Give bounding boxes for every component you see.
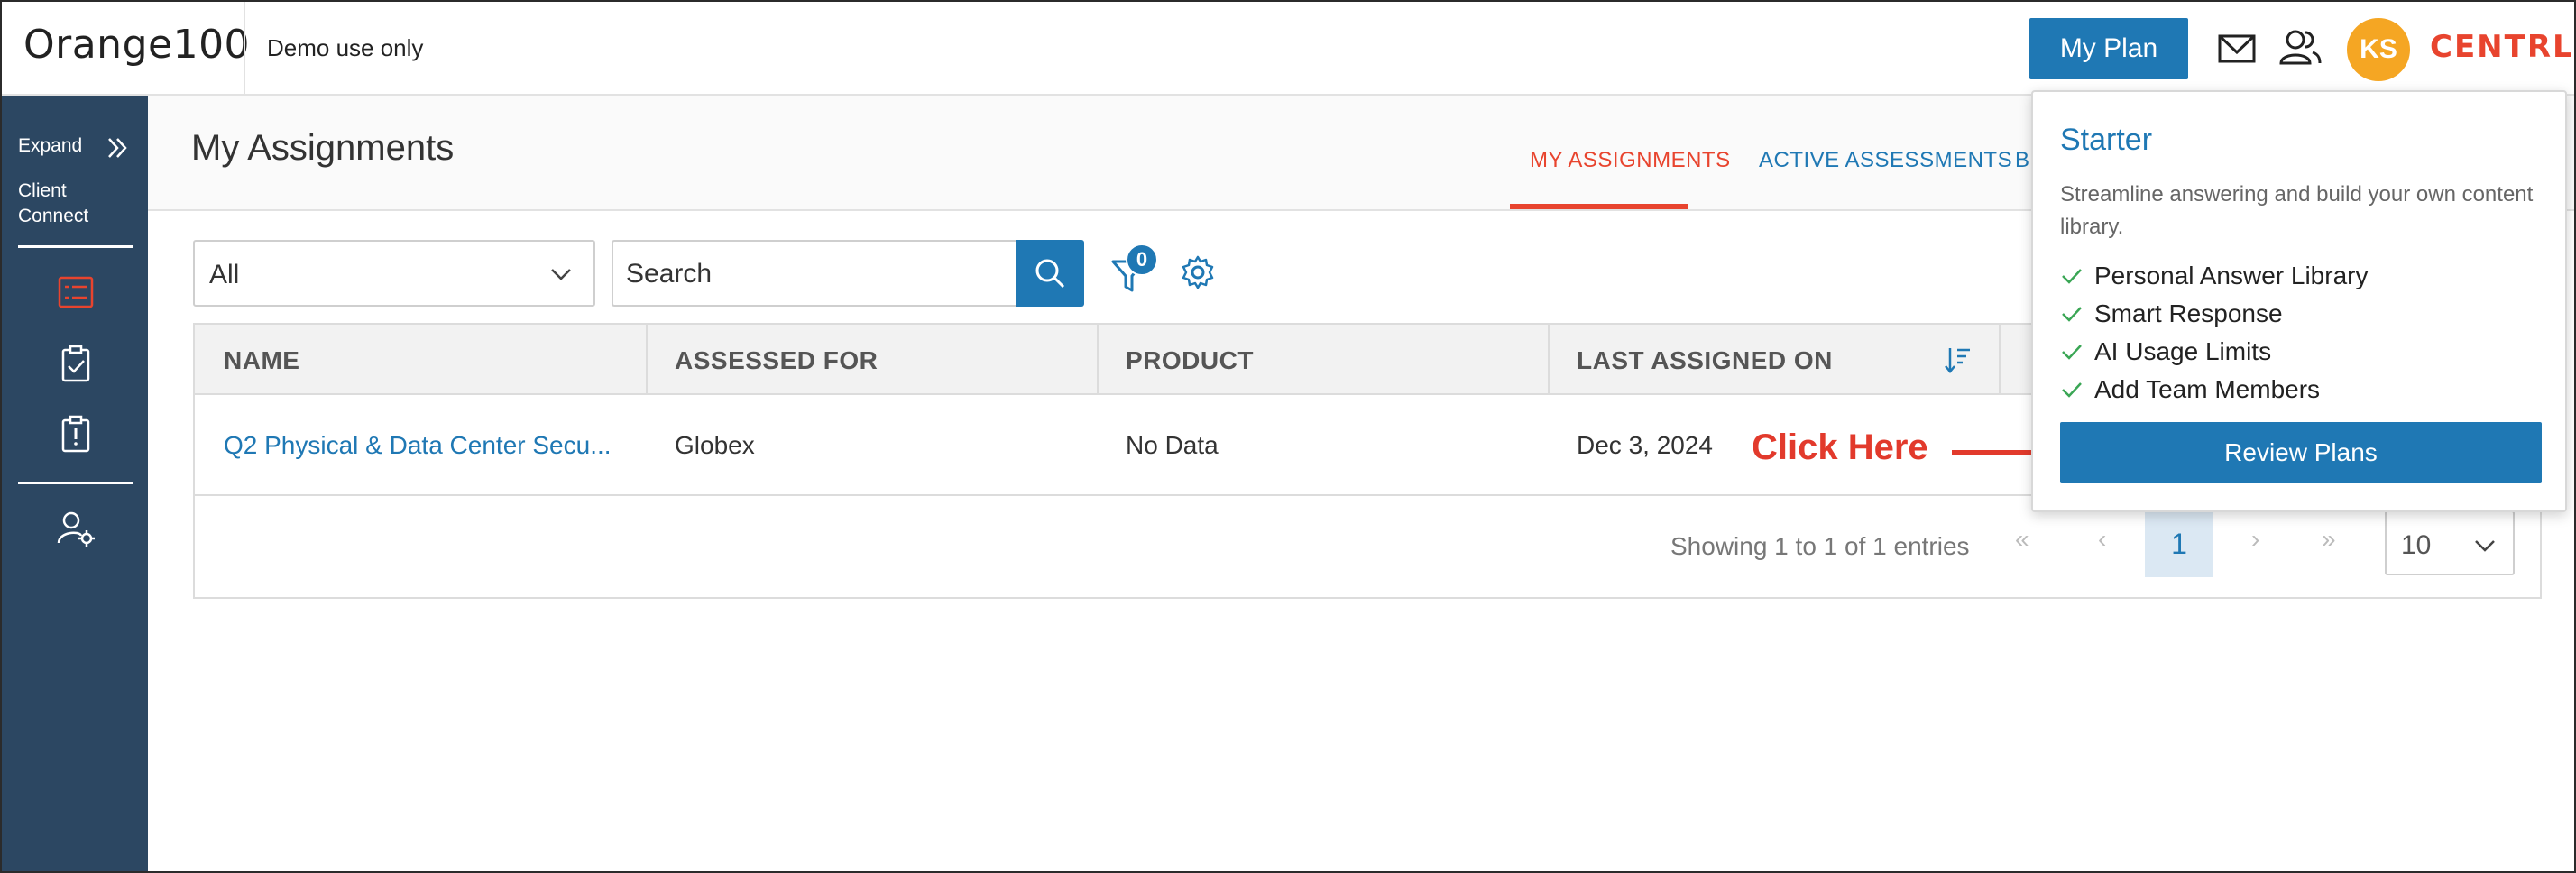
tab-my-assignments[interactable]: MY ASSIGNMENTS — [1530, 148, 1731, 173]
product-cell: No Data — [1126, 431, 1219, 459]
tab-active-assessments[interactable]: ACTIVE ASSESSMENTS — [1759, 148, 2012, 173]
page-title: My Assignments — [191, 128, 455, 168]
column-divider — [646, 325, 648, 395]
sidebar: Expand Client Connect — [2, 96, 148, 871]
plan-popover: Starter Streamline answering and build y… — [2031, 90, 2567, 512]
per-page-value: 10 — [2401, 530, 2432, 560]
per-page-select[interactable]: 10 — [2385, 510, 2515, 575]
click-here-annotation: Click Here — [1752, 427, 1928, 467]
search-input[interactable] — [626, 256, 987, 292]
last-page-button[interactable]: » — [2322, 525, 2336, 554]
status-select[interactable]: All — [193, 240, 595, 307]
check-icon — [2062, 307, 2082, 322]
assignment-name-link[interactable]: Q2 Physical & Data Center Secu... — [224, 431, 612, 460]
chevron-down-icon — [551, 269, 571, 280]
current-page-button[interactable]: 1 — [2145, 510, 2213, 577]
entries-count-text: Showing 1 to 1 of 1 entries — [1670, 532, 1970, 560]
sidebar-divider — [18, 245, 133, 248]
column-divider — [1999, 325, 2001, 395]
first-page-button[interactable]: « — [2015, 525, 2029, 554]
company-logo: CENTRL — [2430, 29, 2574, 65]
demo-label: Demo use only — [267, 34, 424, 61]
next-page-button[interactable]: › — [2251, 525, 2259, 554]
gear-icon[interactable] — [1180, 254, 1216, 290]
active-tab-indicator — [1510, 204, 1688, 209]
prev-page-button[interactable]: ‹ — [2098, 525, 2106, 554]
column-header-name[interactable]: NAME — [224, 346, 299, 375]
user-settings-icon[interactable] — [56, 509, 96, 548]
review-plans-button[interactable]: Review Plans — [2060, 422, 2542, 483]
column-divider — [1097, 325, 1099, 395]
column-header-product[interactable]: PRODUCT — [1126, 346, 1254, 375]
avatar[interactable]: KS — [2347, 18, 2410, 81]
expand-label[interactable]: Expand — [18, 135, 82, 157]
clipboard-check-icon[interactable] — [56, 345, 96, 384]
pagination: Showing 1 to 1 of 1 entries « ‹ 1 › » 10 — [195, 498, 2540, 597]
plan-feature-label: Personal Answer Library — [2094, 262, 2369, 289]
double-chevron-right-icon[interactable] — [105, 135, 130, 161]
plan-feature-label: AI Usage Limits — [2094, 337, 2272, 365]
column-header-last-assigned-on[interactable]: LAST ASSIGNED ON — [1577, 346, 1833, 375]
plan-feature: AI Usage Limits — [2060, 337, 2271, 366]
plan-feature-label: Add Team Members — [2094, 375, 2321, 403]
mail-icon[interactable] — [2217, 29, 2257, 69]
search-box — [612, 240, 1016, 307]
plan-feature: Smart Response — [2060, 299, 2283, 328]
task-list-icon[interactable] — [56, 272, 96, 312]
assessed-for-cell: Globex — [675, 431, 755, 459]
sort-descending-icon[interactable] — [1943, 345, 1972, 375]
top-bar: Orange100 Demo use only My Plan KS CENTR… — [2, 2, 2574, 96]
my-plan-button[interactable]: My Plan — [2029, 18, 2188, 79]
plan-feature-label: Smart Response — [2094, 299, 2283, 327]
filter-count-badge: 0 — [1126, 244, 1158, 276]
brand-divider — [244, 2, 245, 96]
brand-name: Orange100 — [23, 22, 251, 68]
check-icon — [2062, 345, 2082, 360]
plan-feature: Add Team Members — [2060, 375, 2320, 404]
check-icon — [2062, 269, 2082, 284]
column-header-assessed-for[interactable]: ASSESSED FOR — [675, 346, 878, 375]
plan-feature: Personal Answer Library — [2060, 262, 2368, 290]
plan-title: Starter — [2060, 123, 2153, 157]
last-assigned-cell: Dec 3, 2024 — [1577, 431, 1713, 459]
plan-description: Streamline answering and build your own … — [2060, 182, 2534, 239]
search-button[interactable] — [1016, 240, 1084, 307]
app-window: Orange100 Demo use only My Plan KS CENTR… — [0, 0, 2576, 873]
search-icon — [1035, 259, 1065, 289]
chevron-down-icon — [2475, 540, 2495, 552]
users-icon[interactable] — [2278, 27, 2322, 67]
sidebar-divider — [18, 482, 133, 484]
check-icon — [2062, 382, 2082, 398]
tab-third[interactable]: B — [2015, 148, 2030, 173]
status-select-value: All — [209, 260, 240, 289]
clipboard-alert-icon[interactable] — [56, 415, 96, 455]
column-divider — [1548, 325, 1550, 395]
client-connect-label: Client Connect — [18, 180, 89, 226]
